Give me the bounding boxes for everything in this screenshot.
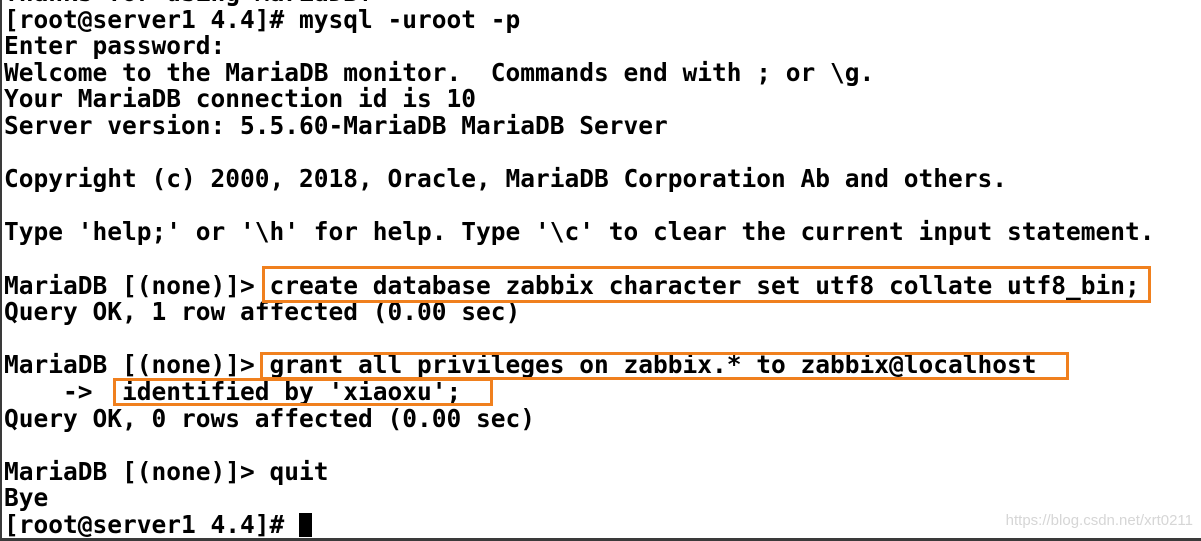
highlight-create-database (262, 266, 1151, 303)
watermark: https://blog.csdn.net/xrt0211 (1005, 512, 1193, 529)
terminal-line: Copyright (c) 2000, 2018, Oracle, MariaD… (4, 164, 1155, 194)
terminal-line: Your MariaDB connection id is 10 (4, 86, 1155, 113)
terminal-line-text: [root@server1 4.4]# (4, 509, 300, 539)
terminal-window[interactable]: Thanks for using MariaDB![root@server1 4… (0, 0, 1201, 541)
terminal-line-text: Bye (4, 483, 49, 513)
terminal-line-text: MariaDB [(none)]> quit (4, 456, 329, 486)
terminal-line: Enter password: (4, 31, 1155, 61)
terminal-line-text: [root@server1 4.4]# mysql -uroot -p (4, 4, 521, 34)
terminal-line: Server version: 5.5.60-MariaDB MariaDB S… (4, 110, 1155, 140)
terminal-line-text: Welcome to the MariaDB monitor. Commands… (4, 57, 875, 87)
terminal-line-text: Query OK, 0 rows affected (0.00 sec) (4, 403, 536, 433)
terminal-line: [root@server1 4.4]# mysql -uroot -p (4, 4, 1155, 34)
terminal-line-text: Type 'help;' or '\h' for help. Type '\c'… (4, 217, 1155, 247)
terminal-line: [root@server1 4.4]# (4, 509, 1155, 539)
terminal-line: Bye (4, 483, 1155, 513)
terminal-line: Welcome to the MariaDB monitor. Commands… (4, 57, 1155, 87)
terminal-line-text: Copyright (c) 2000, 2018, Oracle, MariaD… (4, 164, 1008, 194)
terminal-line-text: Your MariaDB connection id is 10 (4, 84, 477, 114)
highlight-identified-by (113, 378, 493, 406)
terminal-line-text: Server version: 5.5.60-MariaDB MariaDB S… (4, 110, 668, 140)
highlight-grant-privileges (260, 352, 1069, 380)
terminal-line-text: Enter password: (4, 31, 226, 61)
terminal-line: Type 'help;' or '\h' for help. Type '\c'… (4, 219, 1155, 246)
terminal-line: MariaDB [(none)]> quit (4, 456, 1155, 486)
terminal-cursor (299, 512, 313, 537)
terminal-line: Query OK, 1 row affected (0.00 sec) (4, 298, 1155, 326)
terminal-line: Query OK, 0 rows affected (0.00 sec) (4, 403, 1155, 433)
